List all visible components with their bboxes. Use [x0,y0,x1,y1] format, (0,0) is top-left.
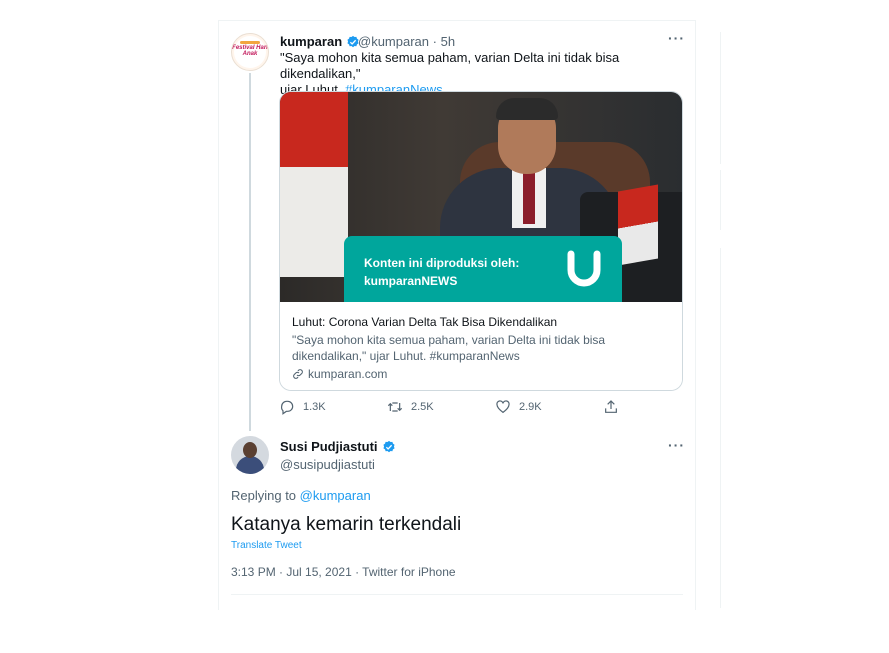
tweet1-display-name[interactable]: kumparan [280,34,342,49]
link-preview-card[interactable]: Konten ini diproduksi oleh: kumparanNEWS… [279,91,683,391]
divider [231,594,683,595]
susi-avatar[interactable] [231,436,269,474]
thread-connector-line [249,73,251,431]
card-domain-text: kumparan.com [308,367,388,381]
tweet1-text-line1: "Saya mohon kita semua paham, varian Del… [280,50,620,81]
avatar-person-head [243,442,257,458]
banner-line2: kumparanNEWS [364,274,458,288]
card-domain: kumparan.com [292,366,672,382]
avatar-logo-bar [240,41,260,44]
tweet1-action-bar: 1.3K 2.5K 2.9K [279,399,659,419]
tweet2-text: Katanya kemarin terkendali [231,514,462,535]
tweet2-timestamp[interactable]: 3:13 PM · Jul 15, 2021 · Twitter for iPh… [231,565,456,579]
replying-prefix: Replying to [231,488,297,503]
desk-flag [618,184,658,266]
sidebar-divider [720,170,730,230]
more-options-icon[interactable]: ··· [668,30,685,46]
verified-badge-icon [382,440,395,452]
like-count: 2.9K [519,401,542,413]
more-options-icon[interactable]: ··· [668,437,685,453]
retweet-count: 2.5K [411,401,434,413]
card-description: "Saya mohon kita semua paham, varian Del… [292,332,672,364]
person-hair [496,98,558,120]
person-tie [523,172,535,224]
kumparan-avatar[interactable]: Festival Hari Anak [231,33,269,71]
source-banner: Konten ini diproduksi oleh: kumparanNEWS [344,236,622,302]
card-body[interactable]: Luhut: Corona Varian Delta Tak Bisa Dike… [280,302,682,390]
card-desc-line2: dikendalikan," ujar Luhut. #kumparanNews [292,349,520,363]
heart-icon [496,400,510,414]
avatar-person-body [236,456,264,474]
retweet-icon [387,402,403,412]
tweet2-display-name[interactable]: Susi Pudjiastuti [280,439,378,454]
avatar-logo-text: Festival Hari Anak [232,45,268,57]
banner-text: Konten ini diproduksi oleh: kumparanNEWS [364,254,519,290]
translate-tweet-link[interactable]: Translate Tweet [231,540,302,551]
link-icon [293,369,303,379]
share-icon [605,400,617,413]
sidebar-divider [720,248,730,608]
replying-mention-link[interactable]: @kumparan [300,488,371,503]
like-button[interactable]: 2.9K [495,399,542,415]
card-title: Luhut: Corona Varian Delta Tak Bisa Dike… [292,315,558,329]
tweet1-author[interactable]: kumparan [280,34,360,49]
tweet2-handle[interactable]: @susipudjiastuti [280,457,375,472]
kumparan-logo-icon [567,250,601,287]
flag-red-stripe [280,92,348,167]
tweet2-author[interactable]: Susi Pudjiastuti [280,439,396,454]
tweet1-handle[interactable]: @kumparan [358,34,429,49]
flag-white-stripe [280,167,348,277]
reply-icon [280,400,294,415]
retweet-button[interactable]: 2.5K [387,399,434,415]
replying-to: Replying to @kumparan [231,488,371,503]
reply-button[interactable]: 1.3K [279,399,326,415]
meta-separator: · [432,34,437,49]
banner-line1: Konten ini diproduksi oleh: [364,256,520,270]
card-image[interactable]: Konten ini diproduksi oleh: kumparanNEWS [280,92,682,302]
sidebar-divider [720,32,730,164]
share-button[interactable] [603,399,619,415]
reply-count: 1.3K [303,401,326,413]
card-desc-line1: "Saya mohon kita semua paham, varian Del… [292,333,606,347]
tweet1-meta: @kumparan · 5h [358,34,455,49]
tweet1-time[interactable]: 5h [441,34,455,49]
